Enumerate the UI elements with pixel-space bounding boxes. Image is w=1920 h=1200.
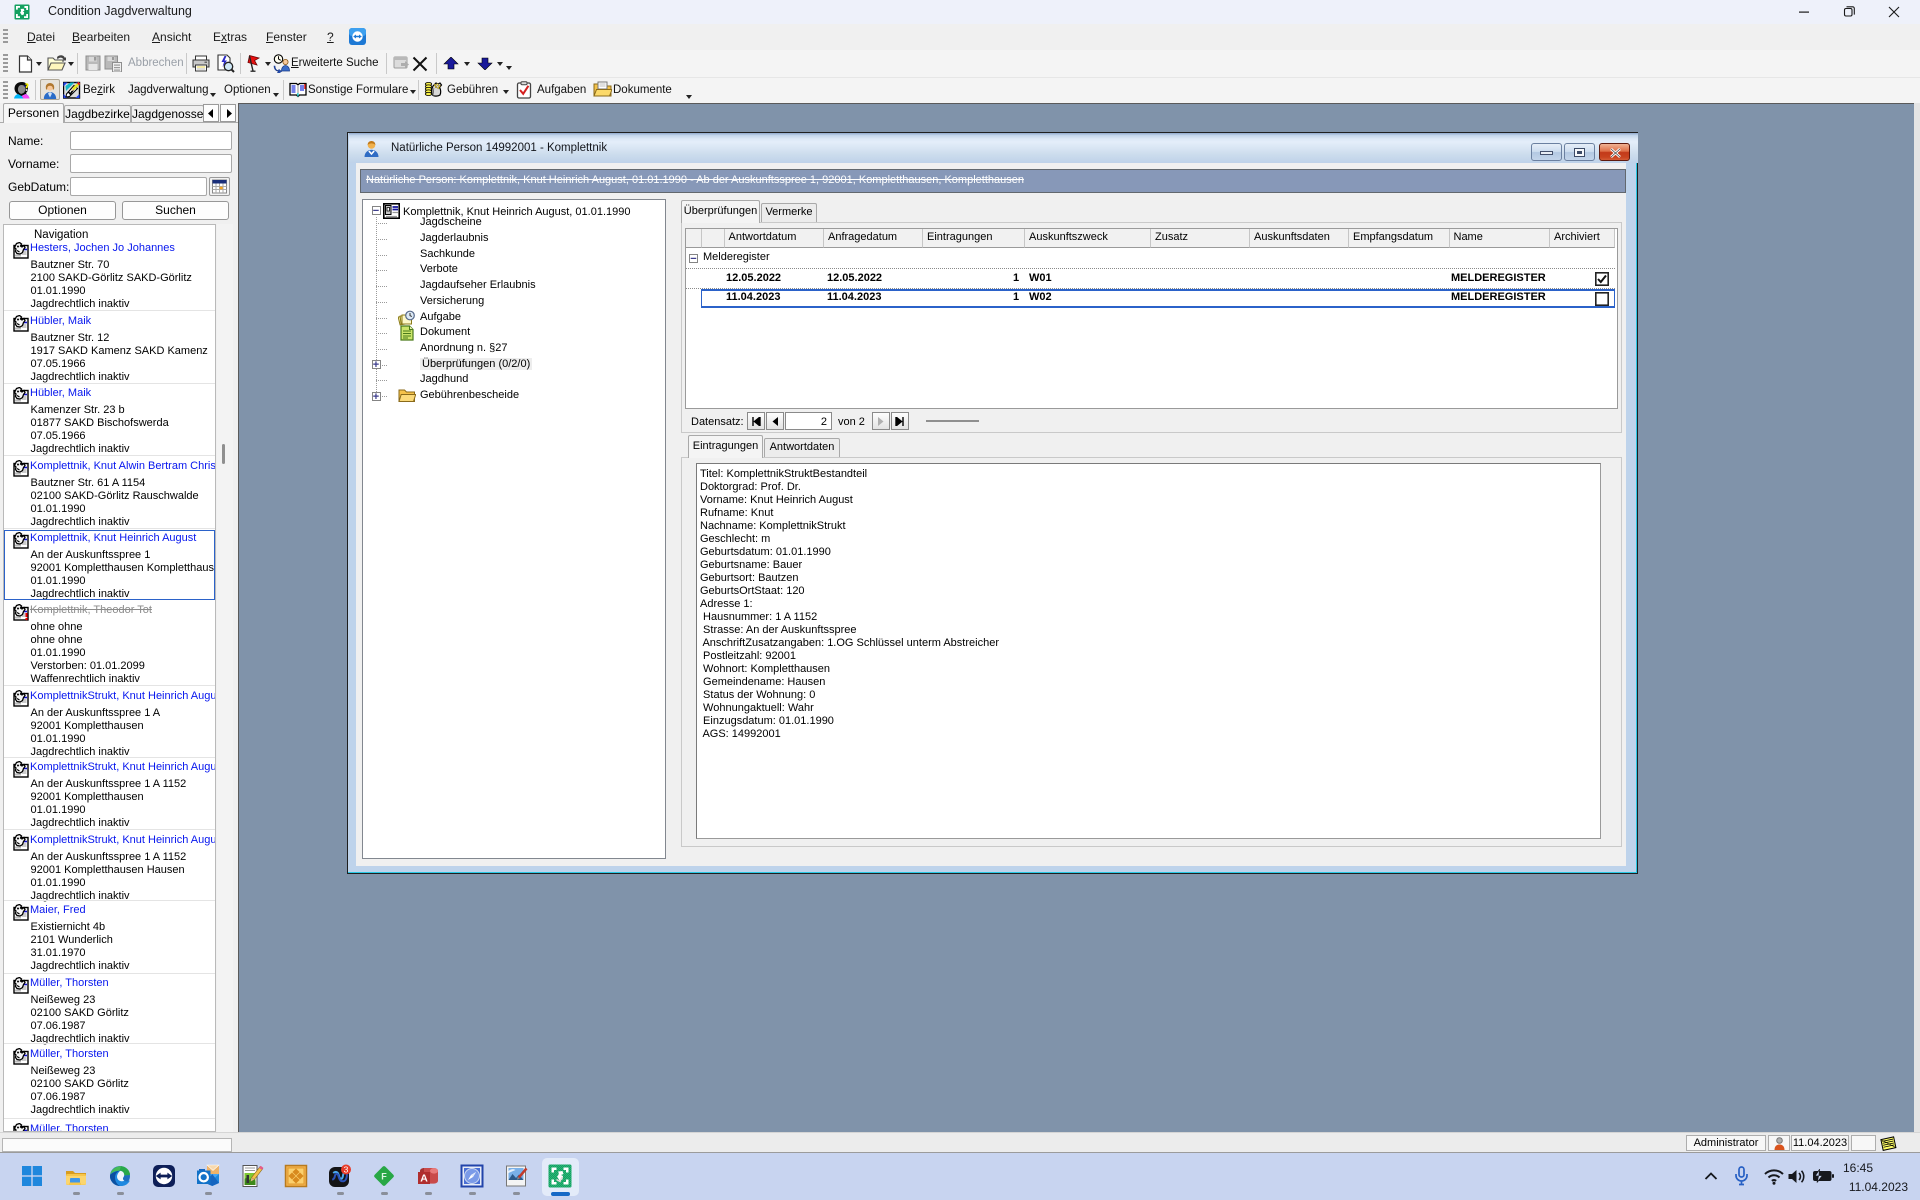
svg-text:3: 3 (344, 1164, 349, 1174)
svg-text:A: A (420, 1173, 428, 1185)
svg-text:F: F (381, 1172, 387, 1182)
